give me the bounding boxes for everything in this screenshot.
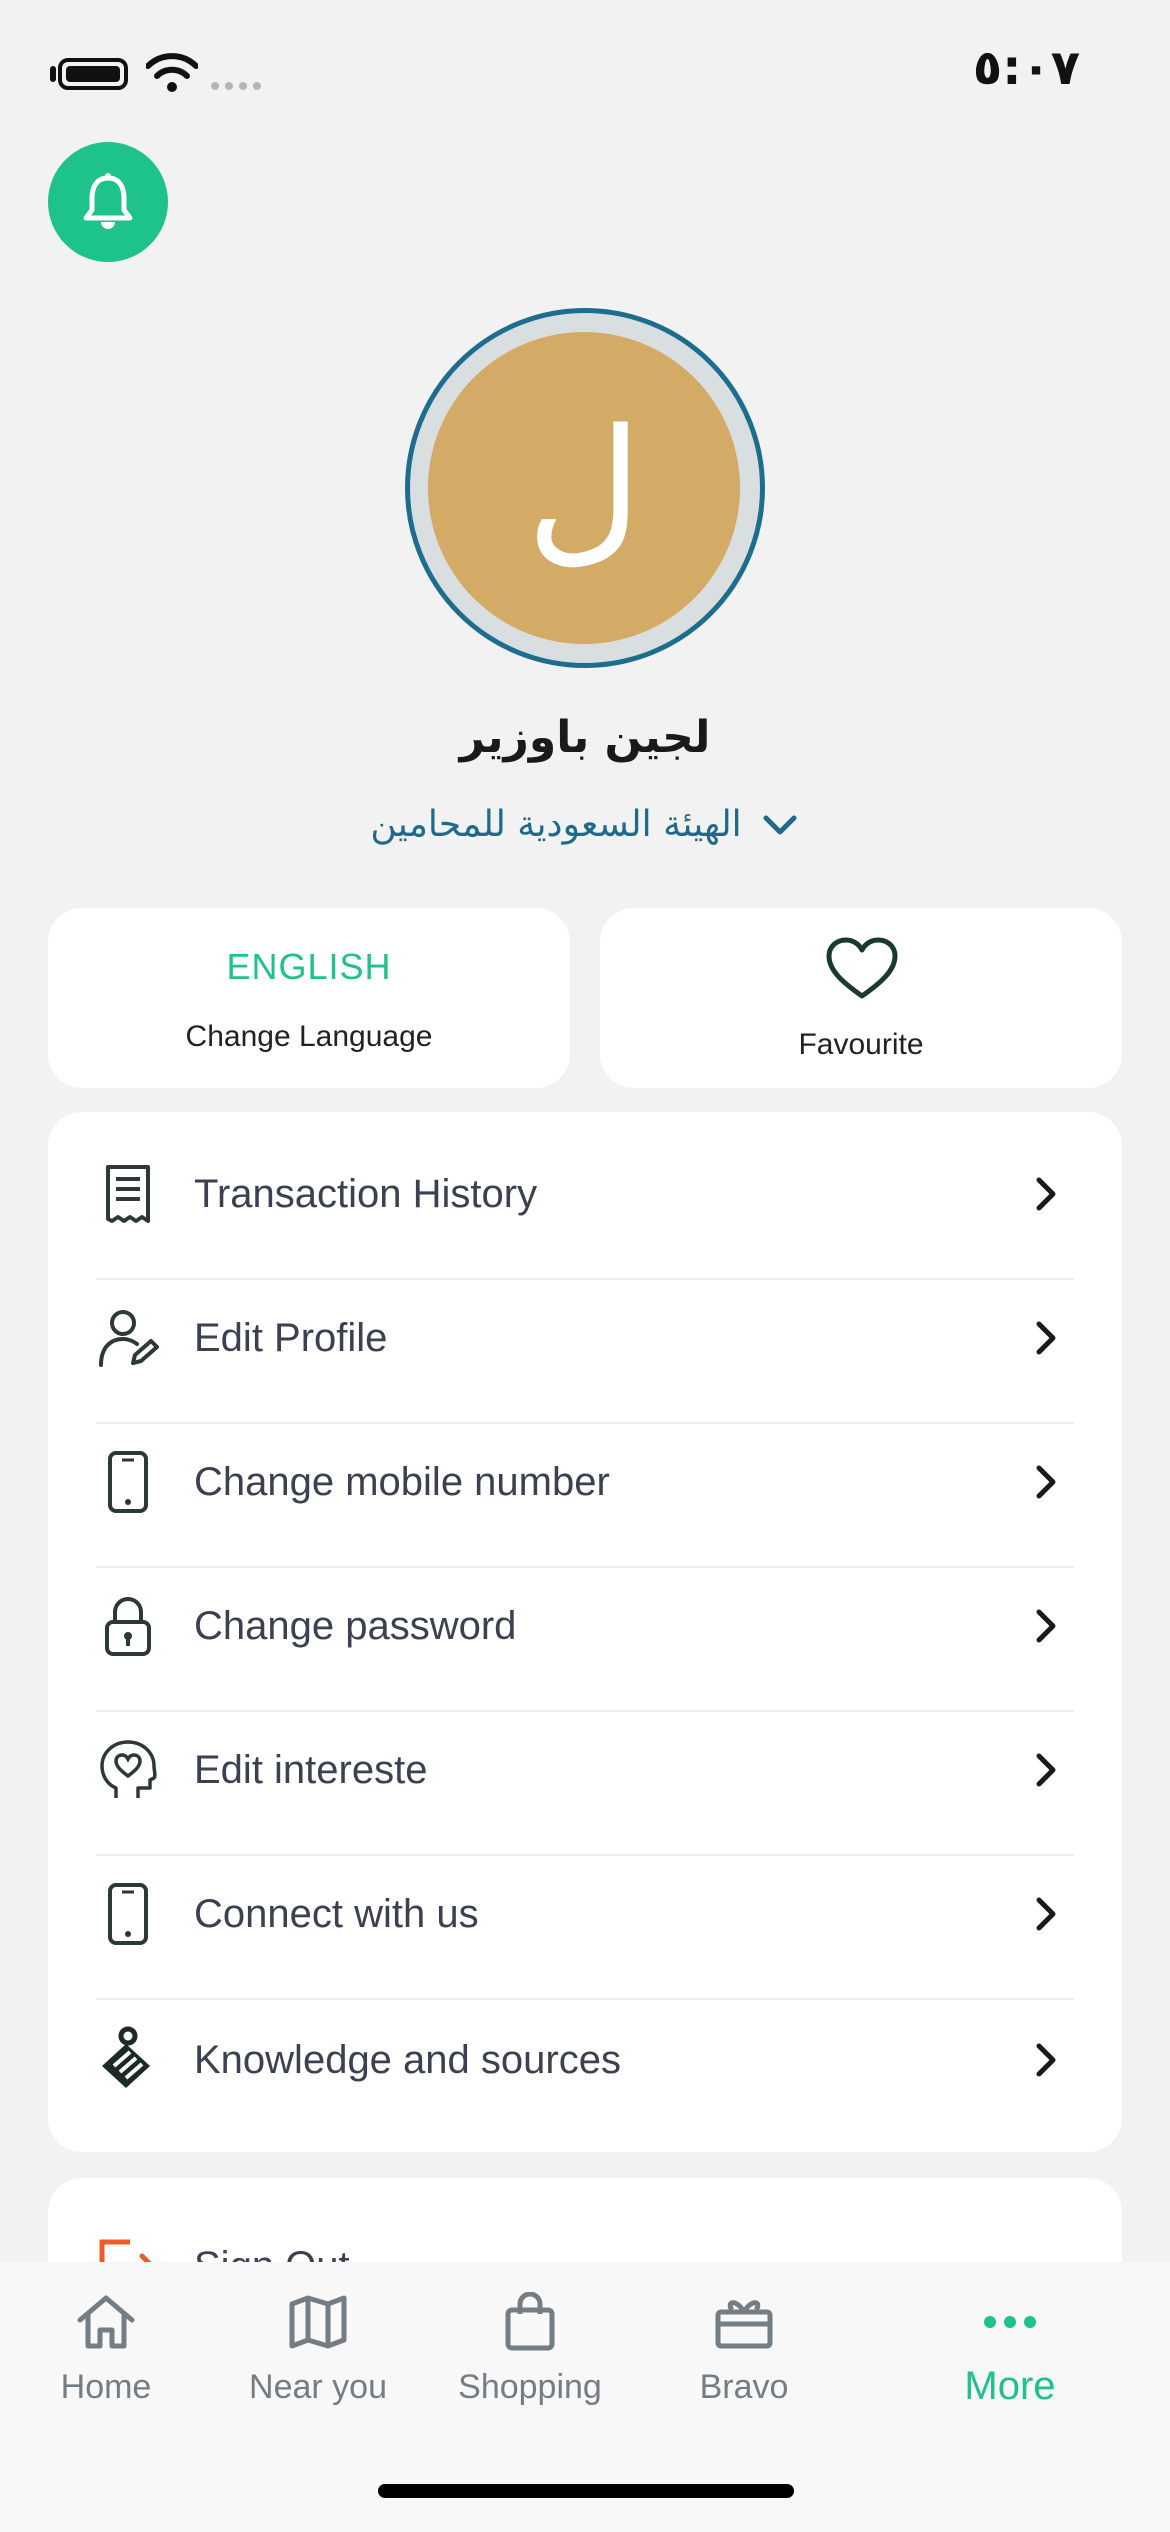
tab-label: More [964, 2364, 1056, 2408]
chevron-right-icon [1026, 1606, 1066, 1646]
menu-item-label: Edit intereste [194, 1747, 428, 1792]
chevron-right-icon [1026, 1174, 1066, 1214]
battery-icon [58, 58, 128, 90]
bag-icon [498, 2290, 562, 2354]
home-icon [74, 2290, 138, 2354]
signal-icon [211, 82, 261, 90]
avatar[interactable]: ل [428, 332, 740, 644]
favourite-label: Favourite [798, 1028, 924, 1061]
tab-label: Near you [249, 2368, 387, 2406]
menu-item-knowledge-and-sources[interactable]: Knowledge and sources [96, 1988, 1074, 2132]
lock-icon [96, 1594, 160, 1658]
chevron-down-icon [763, 815, 797, 835]
tab-shopping[interactable]: Shopping [430, 2290, 630, 2420]
tab-label: Shopping [458, 2368, 602, 2406]
menu-item-edit-profile[interactable]: Edit Profile [96, 1266, 1074, 1410]
menu-item-connect-with-us[interactable]: Connect with us [96, 1842, 1074, 1986]
chevron-right-icon [1026, 2040, 1066, 2080]
change-language-card[interactable]: ENGLISH Change Language [48, 908, 570, 1088]
tab-more[interactable]: More [910, 2290, 1110, 2420]
organization-name: الهيئة السعودية للمحامين [370, 803, 742, 845]
language-code: ENGLISH [226, 946, 392, 987]
tab-bravo[interactable]: Bravo [644, 2290, 844, 2420]
gift-icon [712, 2290, 776, 2354]
menu-item-change-mobile-number[interactable]: Change mobile number [96, 1410, 1074, 1554]
head-heart-icon [96, 1738, 160, 1802]
user-name: لجين باوزير [459, 712, 711, 763]
chevron-right-icon [1026, 1750, 1066, 1790]
phone-icon [96, 1882, 160, 1946]
bell-icon [83, 173, 133, 229]
menu-item-label: Transaction History [194, 1171, 538, 1216]
chevron-right-icon [1026, 1318, 1066, 1358]
chevron-right-icon [1026, 1462, 1066, 1502]
more-icon [978, 2290, 1042, 2354]
change-language-label: Change Language [185, 1020, 433, 1053]
map-icon [286, 2290, 350, 2354]
menu-item-label: Change mobile number [194, 1459, 610, 1504]
phone-icon [96, 1450, 160, 1514]
knowledge-icon [96, 2026, 160, 2092]
user-edit-icon [96, 1306, 160, 1370]
menu-item-transaction-history[interactable]: Transaction History [96, 1122, 1074, 1266]
home-indicator [378, 2484, 794, 2498]
heart-icon [826, 937, 898, 999]
favourite-card[interactable]: Favourite [600, 908, 1122, 1088]
menu-item-change-password[interactable]: Change password [96, 1554, 1074, 1698]
tab-label: Bravo [699, 2368, 789, 2406]
tab-home[interactable]: Home [6, 2290, 206, 2420]
tab-label: Home [60, 2368, 152, 2406]
wifi-icon [146, 53, 198, 92]
battery-cap [50, 66, 56, 82]
avatar-initial: ل [525, 394, 643, 581]
settings-menu: Transaction History Edit Profile Change … [48, 1112, 1122, 2152]
menu-item-label: Change password [194, 1603, 517, 1648]
menu-item-label: Edit Profile [194, 1315, 388, 1360]
menu-item-edit-interests[interactable]: Edit intereste [96, 1698, 1074, 1842]
organization-selector[interactable]: الهيئة السعودية للمحامين [285, 796, 885, 852]
chevron-right-icon [1026, 1894, 1066, 1934]
tab-near-you[interactable]: Near you [218, 2290, 418, 2420]
notifications-button[interactable] [48, 142, 168, 262]
receipt-icon [96, 1162, 160, 1226]
status-time: ٥:٠٧ [972, 40, 1080, 96]
menu-item-label: Knowledge and sources [194, 2037, 621, 2082]
menu-item-label: Connect with us [194, 1891, 479, 1936]
